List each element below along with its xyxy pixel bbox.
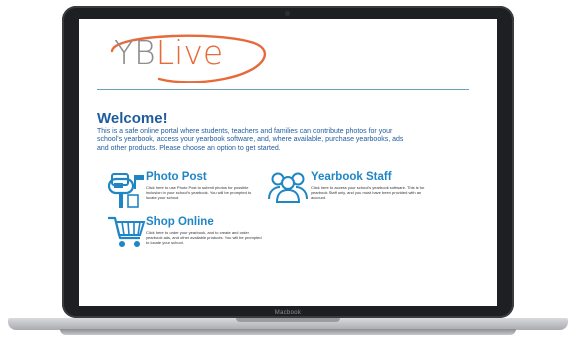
laptop-base-shadow [60, 329, 516, 335]
mailbox-icon [107, 173, 144, 208]
device-model-label: Macbook [274, 310, 302, 316]
logo-yb: YB [114, 33, 156, 72]
camera-dot [285, 11, 290, 16]
option-yearbook-staff[interactable]: Yearbook Staff Click here to access your… [267, 169, 427, 211]
logo-live: Live [155, 33, 224, 72]
ybl-logo[interactable]: YBLive [104, 29, 274, 83]
yearbook-staff-description: Click here to access your school's yearb… [311, 185, 425, 200]
shop-online-description: Click here to order your yearbook, and t… [146, 230, 262, 245]
option-photo-post[interactable]: Photo Post Click here to use Photo Post … [106, 169, 276, 211]
yearbook-staff-title[interactable]: Yearbook Staff [311, 171, 392, 183]
header-divider [97, 89, 469, 90]
photo-post-title[interactable]: Photo Post [146, 171, 207, 183]
welcome-heading: Welcome! [97, 110, 168, 127]
shop-online-title[interactable]: Shop Online [146, 216, 214, 228]
laptop-screen: YBLive Welcome! This is a safe online po… [79, 19, 497, 306]
option-shop-online[interactable]: Shop Online Click here to order your yea… [106, 214, 276, 254]
logo-wordmark: YBLive [114, 33, 223, 72]
photo-post-description: Click here to use Photo Post to submit p… [146, 185, 252, 200]
welcome-text: This is a safe online portal where stude… [97, 128, 404, 152]
laptop-notch [236, 318, 340, 322]
people-group-icon [268, 172, 308, 203]
shopping-cart-icon [108, 216, 146, 247]
